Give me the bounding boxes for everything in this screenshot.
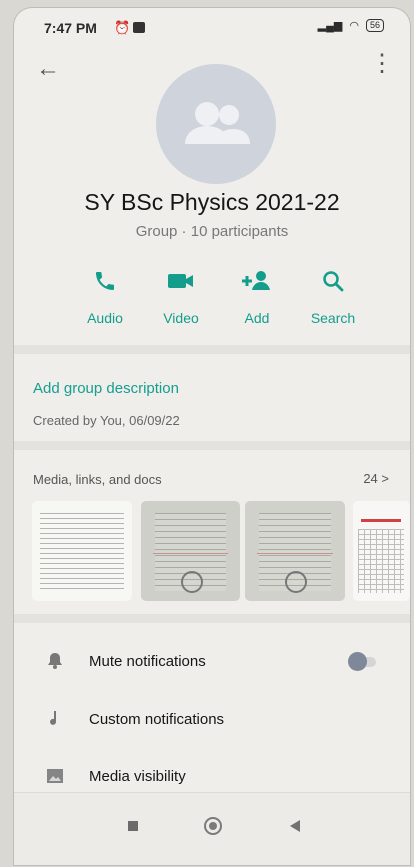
toggle-knob [348, 652, 367, 671]
video-label: Video [163, 310, 199, 326]
document-red-mark [361, 519, 401, 522]
media-visibility-label: Media visibility [89, 768, 186, 785]
wifi-icon: ◠ [349, 20, 359, 32]
back-arrow-icon[interactable]: ← [36, 55, 60, 83]
music-note-icon [46, 710, 64, 728]
search-button[interactable]: Search [302, 266, 364, 326]
document-seal [285, 571, 307, 593]
created-by-text: Created by You, 06/09/22 [33, 413, 180, 428]
mute-notifications-label: Mute notifications [89, 653, 206, 670]
bell-icon [46, 652, 64, 670]
add-description-link[interactable]: Add group description [33, 380, 179, 397]
battery-icon: 56 [365, 19, 384, 32]
mute-notifications-toggle[interactable] [348, 652, 376, 671]
media-section-title[interactable]: Media, links, and docs [33, 472, 162, 487]
mute-notifications-row[interactable]: Mute notifications [14, 634, 410, 692]
status-time: 7:47 PM [44, 20, 97, 36]
group-subtitle: Group · 10 participants [135, 223, 289, 240]
custom-notifications-label: Custom notifications [89, 711, 225, 728]
group-avatar[interactable] [156, 64, 276, 184]
status-bar: 7:47 PM ⏰ ▂▄▆ ◠ 56 [14, 8, 410, 44]
custom-notifications-row[interactable]: Custom notifications [14, 692, 410, 750]
alarm-icon: ⏰ [114, 20, 131, 35]
add-person-icon [226, 266, 288, 296]
audio-label: Audio [87, 310, 123, 326]
document-red-line [257, 553, 333, 554]
add-label: Add [244, 310, 270, 326]
media-thumbnail[interactable] [32, 501, 132, 601]
divider [14, 441, 410, 450]
audio-button[interactable]: Audio [74, 266, 136, 326]
media-thumbnail[interactable] [245, 501, 345, 601]
divider [14, 614, 410, 623]
signal-icon: ▂▄▆ [317, 20, 343, 32]
calendar-icon [133, 22, 145, 33]
system-navigation-bar [14, 792, 410, 865]
phone-screen: 7:47 PM ⏰ ▂▄▆ ◠ 56 ← ⋮ SY BSc Physics 20… [14, 8, 410, 865]
divider [14, 345, 410, 354]
media-thumbnail[interactable] [141, 501, 240, 601]
document-lines [40, 513, 124, 591]
media-count-link[interactable]: 24 > [363, 471, 389, 486]
home-icon[interactable] [204, 817, 222, 835]
more-options-icon[interactable]: ⋮ [370, 52, 394, 76]
phone-icon [74, 266, 136, 296]
action-row: Audio Video Add Search [74, 266, 364, 326]
add-button[interactable]: Add [226, 266, 288, 326]
document-red-line [153, 553, 228, 554]
group-icon [185, 102, 250, 144]
document-grid [358, 529, 404, 593]
search-label: Search [310, 310, 356, 326]
media-thumbnail[interactable] [353, 501, 410, 601]
recent-apps-icon[interactable] [128, 821, 138, 831]
search-icon [302, 266, 364, 296]
video-button[interactable]: Video [150, 266, 212, 326]
status-icons: ▂▄▆ ◠ 56 [318, 19, 384, 32]
group-name[interactable]: SY BSc Physics 2021-22 [14, 189, 410, 216]
document-seal [181, 571, 203, 593]
image-icon [46, 767, 64, 785]
back-triangle-icon[interactable] [290, 820, 300, 832]
video-icon [150, 266, 212, 296]
